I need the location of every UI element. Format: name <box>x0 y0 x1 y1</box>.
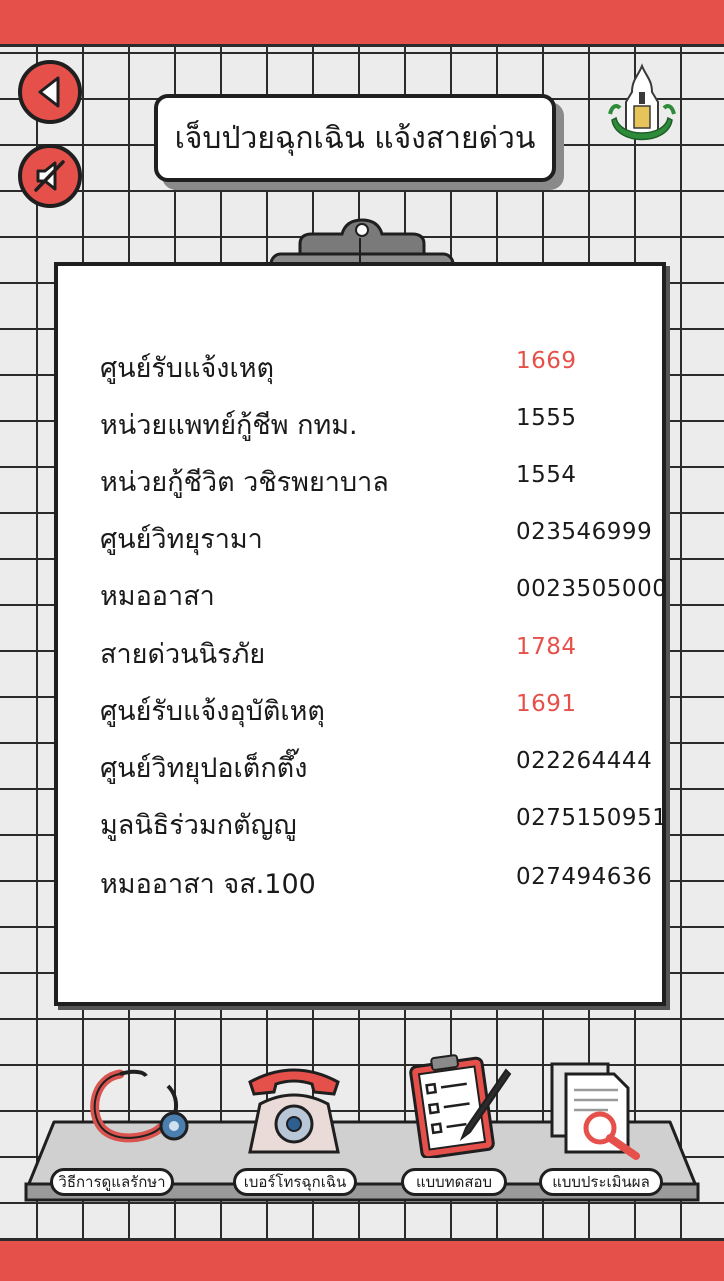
contact-name: หน่วยกู้ชีวิต วชิรพยาบาล <box>100 467 389 498</box>
faculty-seal-logo <box>608 63 676 141</box>
contact-row[interactable]: หมออาสา 0023505000 <box>100 574 667 624</box>
contact-row[interactable]: หมออาสา จส.100 027494636 <box>100 862 660 912</box>
contact-number[interactable]: 1784 <box>516 634 577 660</box>
page-title: เจ็บป่วยฉุกเฉิน แจ้งสายด่วน <box>154 94 556 182</box>
contact-number[interactable]: 027494636 <box>516 864 652 890</box>
mute-button[interactable] <box>18 144 82 208</box>
contact-name: หมออาสา <box>100 581 215 612</box>
contact-row[interactable]: ศูนย์รับแจ้งอุบัติเหตุ 1691 <box>100 689 660 739</box>
bottom-bar <box>0 1238 724 1281</box>
contact-name: ศูนย์วิทยุปอเต็กตึ๊ง <box>100 753 308 784</box>
contact-row[interactable]: ศูนย์รับแจ้งเหตุ 1669 <box>100 346 660 396</box>
contact-number[interactable]: 023546999 <box>516 519 652 545</box>
contact-row[interactable]: ศูนย์วิทยุปอเต็กตึ๊ง 022264444 <box>100 746 660 796</box>
nav-quiz-button[interactable]: แบบทดสอบ <box>401 1168 507 1196</box>
back-arrow-icon <box>38 76 60 108</box>
stethoscope-icon[interactable] <box>80 1062 196 1158</box>
nav-care-button[interactable]: วิธีการดูแลรักษา <box>50 1168 174 1196</box>
nav-quiz-label: แบบทดสอบ <box>415 1173 493 1191</box>
contact-name: ศูนย์รับแจ้งเหตุ <box>100 353 275 384</box>
telephone-icon[interactable] <box>244 1062 344 1158</box>
contact-name: หน่วยแพทย์กู้ชีพ กทม. <box>100 410 358 441</box>
contact-row[interactable]: มูลนิธิร่วมกตัญญู 0275150951 <box>100 803 667 853</box>
document-magnifier-icon[interactable] <box>548 1060 644 1160</box>
contact-number[interactable]: 1554 <box>516 462 577 488</box>
contact-name: ศูนย์วิทยุรามา <box>100 524 263 555</box>
nav-evaluation-label: แบบประเมินผล <box>552 1173 650 1191</box>
contact-row[interactable]: สายด่วนนิรภัย 1784 <box>100 632 660 682</box>
checklist-clipboard-icon[interactable] <box>408 1054 514 1158</box>
contact-number[interactable]: 1669 <box>516 348 577 374</box>
nav-emergency-numbers-button[interactable]: เบอร์โทรฉุกเฉิน <box>233 1168 357 1196</box>
contact-name: สายด่วนนิรภัย <box>100 639 266 670</box>
contact-row[interactable]: ศูนย์วิทยุรามา 023546999 <box>100 517 660 567</box>
contact-number[interactable]: 1691 <box>516 691 577 717</box>
speaker-mute-icon <box>34 160 65 192</box>
contact-number[interactable]: 0023505000 <box>516 576 667 602</box>
contact-number[interactable]: 0275150951 <box>516 805 667 831</box>
contact-name: หมออาสา จส.100 <box>100 869 316 900</box>
nav-emergency-numbers-label: เบอร์โทรฉุกเฉิน <box>243 1173 347 1191</box>
contact-number[interactable]: 022264444 <box>516 748 652 774</box>
back-button[interactable] <box>18 60 82 124</box>
contact-row[interactable]: หน่วยแพทย์กู้ชีพ กทม. 1555 <box>100 403 660 453</box>
contact-name: มูลนิธิร่วมกตัญญู <box>100 810 297 841</box>
page-title-text: เจ็บป่วยฉุกเฉิน แจ้งสายด่วน <box>174 120 536 156</box>
nav-care-label: วิธีการดูแลรักษา <box>58 1173 166 1191</box>
hotline-board: ศูนย์รับแจ้งเหตุ 1669 หน่วยแพทย์กู้ชีพ ก… <box>54 262 667 1006</box>
top-bar <box>0 0 724 47</box>
contact-name: ศูนย์รับแจ้งอุบัติเหตุ <box>100 696 325 727</box>
contact-number[interactable]: 1555 <box>516 405 577 431</box>
contact-row[interactable]: หน่วยกู้ชีวิต วชิรพยาบาล 1554 <box>100 460 660 510</box>
nav-evaluation-button[interactable]: แบบประเมินผล <box>539 1168 663 1196</box>
